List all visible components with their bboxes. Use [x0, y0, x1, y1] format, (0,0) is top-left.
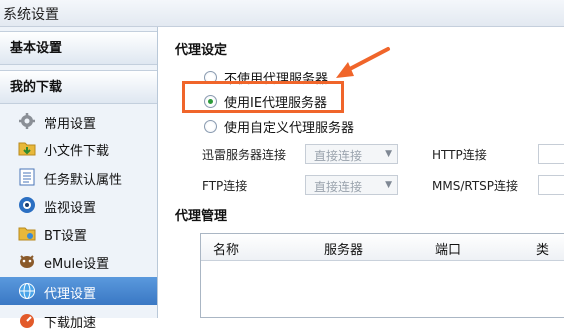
- annotation-arrow: [336, 47, 390, 78]
